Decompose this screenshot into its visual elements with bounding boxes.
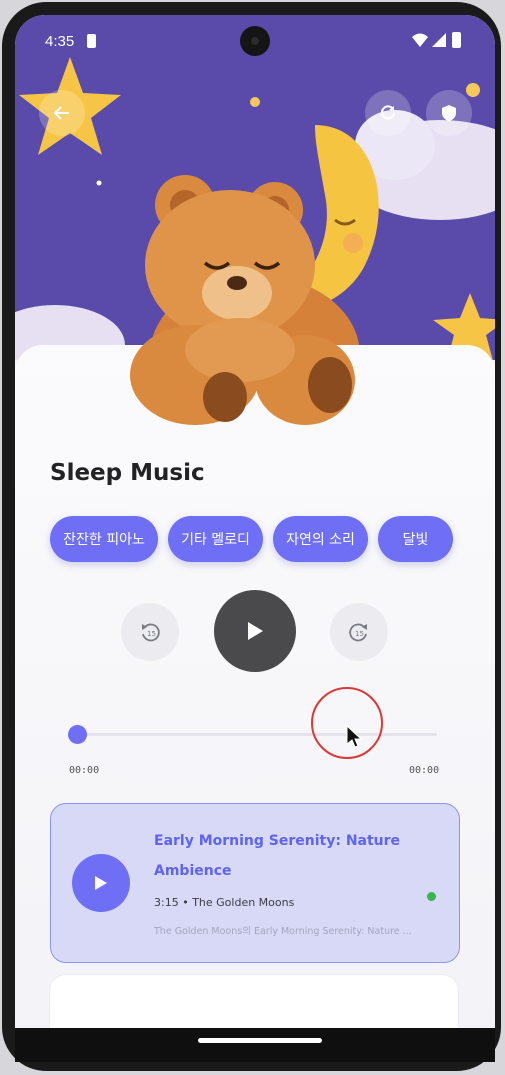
track-description: The Golden Moons의 Early Morning Serenity… (154, 926, 412, 937)
status-time: 4:35 (45, 33, 75, 50)
navigation-bar (15, 1028, 495, 1062)
play-pause-button[interactable] (214, 590, 296, 672)
progress-track[interactable] (77, 733, 437, 736)
page-title: Sleep Music (50, 460, 205, 486)
bear-legs-illustration (130, 318, 355, 425)
category-chip-piano[interactable]: 잔잔한 피아노 (50, 516, 158, 562)
shield-icon (442, 105, 456, 121)
progress-thumb[interactable] (68, 725, 87, 744)
lock-icon (87, 34, 96, 48)
svg-text:15: 15 (147, 630, 156, 638)
mouse-cursor-icon (346, 725, 362, 748)
shield-button[interactable] (426, 90, 472, 136)
category-chip-guitar[interactable]: 기타 멜로디 (168, 516, 263, 562)
refresh-icon (381, 105, 395, 120)
active-indicator (427, 892, 436, 901)
signal-icon (432, 33, 446, 51)
elapsed-time: 00:00 (69, 765, 100, 776)
track-length: 3:15 (154, 896, 179, 909)
refresh-button[interactable] (365, 90, 411, 136)
camera-cutout (240, 26, 270, 56)
home-indicator[interactable] (198, 1038, 322, 1043)
meta-separator: • (182, 896, 189, 909)
track-play-button[interactable] (72, 854, 130, 912)
status-bar: 4:35 (15, 15, 495, 65)
arrow-left-icon (53, 106, 69, 120)
rewind-button[interactable]: 15 (121, 603, 179, 661)
track-title: Early Morning Serenity: Nature Ambience (154, 833, 401, 879)
track-artist: The Golden Moons (192, 896, 295, 909)
svg-text:15: 15 (355, 630, 364, 638)
duration-time: 00:00 (409, 765, 440, 776)
wifi-icon (411, 32, 429, 52)
track-card-next[interactable] (50, 975, 458, 1028)
category-chip-moonlight[interactable]: 달빛 (378, 516, 453, 562)
battery-icon (452, 32, 461, 48)
replay-15-icon: 15 (142, 623, 160, 642)
track-meta: 3:15 • The Golden Moons (154, 896, 294, 909)
forward-15-icon: 15 (349, 623, 367, 642)
play-icon (95, 876, 107, 890)
track-card[interactable]: Early Morning Serenity: Nature Ambience … (50, 803, 460, 963)
play-icon (248, 622, 263, 640)
category-chip-nature[interactable]: 자연의 소리 (273, 516, 368, 562)
forward-button[interactable]: 15 (330, 603, 388, 661)
app-screen: 4:35 Sleep Music 잔잔한 피아노 기타 멜로디 자연의 소리 달… (15, 15, 495, 1028)
back-button[interactable] (39, 90, 85, 136)
